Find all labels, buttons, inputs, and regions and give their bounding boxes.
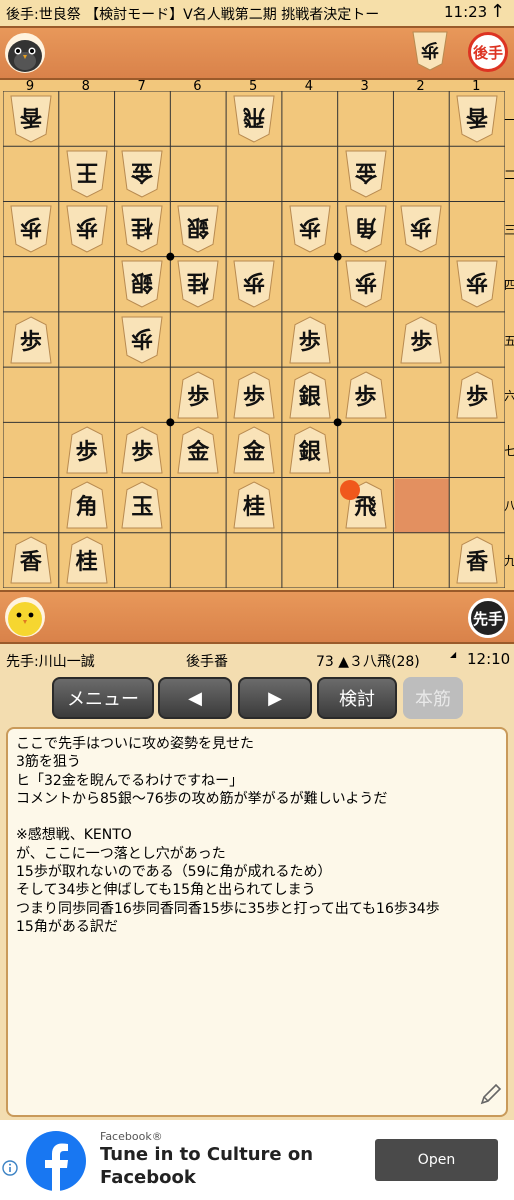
rank-label: 四 [504,278,514,293]
mainline-button[interactable]: 本筋 [403,677,463,719]
gote-piece[interactable]: 桂 [121,205,164,253]
sente-piece[interactable]: 歩 [456,371,498,419]
gote-piece[interactable]: 香 [10,95,52,143]
sente-piece[interactable]: 桂 [233,481,275,529]
ad-headline-2: Facebook [100,1167,196,1188]
sente-hand-bar: 先手 [0,590,514,644]
chick-avatar-icon[interactable] [4,596,46,638]
ad-banner[interactable]: Facebook® Tune in to Culture on Facebook… [0,1120,514,1200]
sente-piece[interactable]: 歩 [10,315,52,364]
info-icon[interactable] [2,1160,18,1180]
sente-player-name: 先手:川山一誠 [6,654,95,670]
gote-piece[interactable]: 歩 [121,316,164,364]
menu-button[interactable]: メニュー [52,677,154,719]
sente-piece[interactable]: 桂 [66,536,108,584]
rank-label: 八 [504,499,514,514]
up-arrow-icon[interactable]: ↑ [490,1,505,22]
gote-piece[interactable]: 歩 [456,260,498,308]
comment-line: ヒ「32金を睨んでるわけですねー」 [16,772,244,789]
sente-turn-badge: 先手 [468,598,508,638]
gote-turn-badge: 後手 [468,32,508,72]
gote-piece[interactable]: 歩 [10,205,52,253]
gote-piece[interactable]: 香 [456,95,498,143]
pencil-icon[interactable] [478,1081,504,1112]
gote-piece[interactable]: 銀 [177,205,219,253]
rank-label: 九 [504,554,514,569]
gote-piece[interactable]: 桂 [177,260,219,308]
comment-line: コメントから85銀〜76歩の攻め筋が挙がるが難しいようだ [16,790,388,807]
facebook-logo-icon [25,1130,87,1196]
sente-piece[interactable]: 香 [10,536,52,584]
sente-piece[interactable]: 歩 [289,315,331,364]
gote-piece[interactable]: 金 [344,150,387,198]
comment-line: ここで先手はついに攻め姿勢を見せた [16,736,254,752]
sente-piece[interactable]: 銀 [289,371,331,419]
status-bar: 後手:世良祭 【検討モード】V名人戦第二期 挑戦者決定トー 11:23 ↑ [0,0,514,26]
sente-piece[interactable]: 歩 [66,426,108,474]
current-move: 73 ▲３八飛(28) [316,654,420,670]
turn-indicator: 後手番 [186,654,228,670]
sente-piece[interactable]: 歩 [344,371,387,419]
comment-line: つまり同歩同香16歩同香同香15歩に35歩と打って出ても16歩34歩 [16,900,440,917]
sente-piece[interactable]: 歩 [233,371,275,419]
comment-line: 15歩が取れないのである（59に角が成れるため） [16,864,332,881]
gote-hand-bar: 歩 後手 [0,26,514,80]
sente-piece[interactable]: 歩 [121,426,164,474]
last-move-highlight [394,478,450,533]
gote-piece[interactable]: 歩 [400,205,442,253]
sente-piece[interactable]: 香 [456,536,498,584]
comment-line: 3筋を狙う [16,754,81,771]
rank-label: 六 [504,388,514,403]
control-buttons: メニュー ◀ ▶ 検討 本筋 [0,674,514,724]
star-point [166,418,175,427]
ad-headline-1: Tune in to Culture on [100,1144,314,1165]
comment-line: そして34歩と伸ばしても15角と出られてしまう [16,882,316,899]
comment-line: が、ここに一つ落とし穴があった [16,845,226,862]
gote-piece[interactable]: 歩 [344,260,387,308]
comment-line: 15角がある訳だ [16,918,118,935]
gote-piece[interactable]: 金 [121,150,164,198]
comment-text: ここで先手はついに攻め姿勢を見せた 3筋を狙う ヒ「32金を睨んでるわけですねー」コ… [16,735,498,936]
gote-piece[interactable]: 飛 [233,95,275,143]
rank-label: 七 [504,443,514,458]
game-title: 後手:世良祭 【検討モード】V名人戦第二期 挑戦者決定トー [6,7,380,23]
prev-move-button[interactable]: ◀ [158,677,232,719]
gote-piece[interactable]: 角 [344,205,387,253]
comment-line: ※感想戦、KENTO [16,827,132,844]
moved-piece-marker [339,479,360,500]
star-point [333,418,342,427]
info-bar: 先手:川山一誠 後手番 73 ▲３八飛(28) ◢ 12:10 [0,647,514,671]
game-clock: 12:10 [467,650,511,668]
star-point [333,252,342,261]
board-grid: 一二三四五六七八九 香飛香王金金歩歩桂銀歩角歩銀桂歩歩歩歩歩歩歩歩歩銀歩歩歩歩金… [3,91,514,588]
sente-piece[interactable]: 歩 [400,315,442,364]
gote-piece[interactable]: 王 [66,150,108,198]
gote-piece[interactable]: 歩 [289,205,331,253]
star-point [166,252,175,261]
comment-box[interactable]: ここで先手はついに攻め姿勢を見せた 3筋を狙う ヒ「32金を睨んでるわけですねー」コ… [6,727,508,1117]
signal-icon: ◢ [450,650,457,659]
sente-piece[interactable]: 角 [66,481,108,529]
rank-label: 五 [504,333,514,348]
gote-piece[interactable]: 歩 [66,205,108,253]
ad-source: Facebook® [100,1130,163,1143]
comment-line [16,808,498,826]
sente-piece[interactable]: 玉 [121,481,164,529]
gote-piece[interactable]: 銀 [121,260,164,308]
shogi-board: 987654321 一二三四五六七八九 香飛香王金金歩歩桂銀歩角歩銀桂歩歩歩歩歩… [0,79,514,590]
analyze-button[interactable]: 検討 [317,677,397,719]
sente-piece[interactable]: 金 [233,426,275,474]
rank-label: 二 [504,167,514,182]
penguin-avatar-icon[interactable] [4,32,46,74]
ad-open-button[interactable]: Open [375,1139,498,1181]
gote-hand-piece[interactable]: 歩 [412,31,448,71]
clock: 11:23 [444,3,488,21]
sente-piece[interactable]: 金 [177,426,219,474]
rank-label: 一 [504,112,514,127]
next-move-button[interactable]: ▶ [238,677,312,719]
sente-piece[interactable]: 銀 [289,426,331,474]
gote-piece[interactable]: 歩 [233,260,275,308]
sente-piece[interactable]: 歩 [177,371,219,419]
rank-label: 三 [504,223,514,238]
